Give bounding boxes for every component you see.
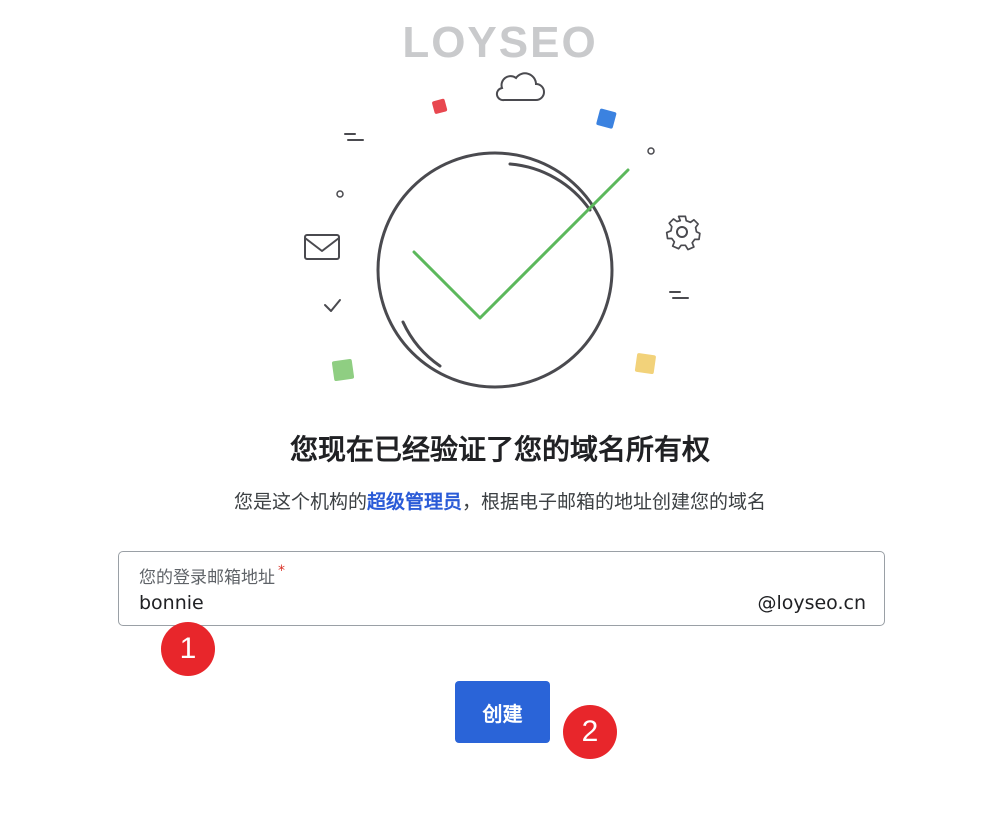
annotation-marker-1: 1: [161, 622, 215, 676]
gear-icon: [665, 215, 701, 251]
page-subtitle: 您是这个机构的超级管理员，根据电子邮箱的地址创建您的域名: [0, 487, 1000, 514]
subtitle-suffix: ，根据电子邮箱的地址创建您的域名: [462, 491, 767, 513]
confetti-blue: [596, 108, 617, 129]
dot-decoration: [336, 190, 344, 198]
dash-decoration: [344, 133, 689, 299]
dot-decoration: [647, 147, 655, 155]
annotation-marker-2: 2: [563, 705, 617, 759]
email-label-text: 您的登录邮箱地址: [139, 568, 275, 588]
confetti-yellow: [634, 353, 656, 375]
checkmark-icon: [412, 168, 630, 320]
role-highlight: 超级管理员: [366, 491, 462, 513]
success-illustration: [304, 72, 701, 389]
small-check-icon: [324, 299, 341, 312]
required-marker: *: [278, 563, 285, 579]
inner-arc-decoration: [401, 162, 592, 368]
success-circle: [376, 151, 614, 389]
email-domain-suffix: @loyseo.cn: [757, 592, 866, 614]
cloud-icon: [495, 72, 545, 102]
page-title: 您现在已经验证了您的域名所有权: [289, 433, 710, 466]
envelope-icon: [304, 234, 340, 260]
email-field[interactable]: 您的登录邮箱地址* @loyseo.cn: [118, 551, 885, 626]
confetti-red: [432, 98, 448, 114]
email-username-input[interactable]: [139, 592, 699, 614]
create-button[interactable]: 创建: [455, 681, 550, 743]
subtitle-prefix: 您是这个机构的: [233, 491, 367, 513]
email-field-label: 您的登录邮箱地址 *: [139, 563, 285, 588]
confetti-green: [331, 358, 355, 382]
